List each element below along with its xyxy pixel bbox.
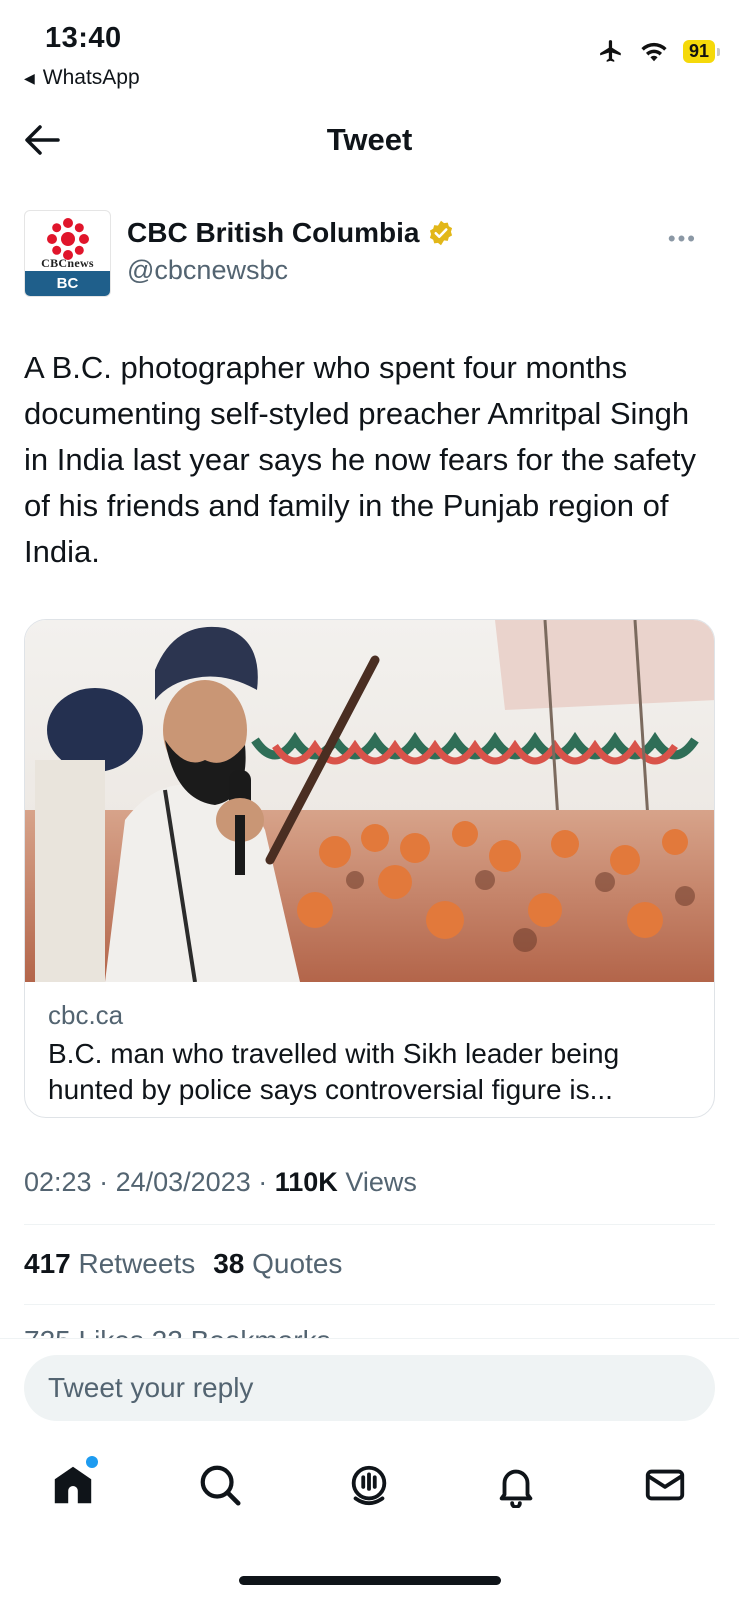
tweet-text: A B.C. photographer who spent four month…	[24, 350, 697, 569]
tab-search[interactable]	[197, 1462, 243, 1508]
battery-icon: 91	[682, 39, 721, 63]
back-triangle-icon: ◀	[24, 69, 35, 86]
back-app-label: WhatsApp	[42, 66, 140, 89]
tweet-date: 24/03/2023	[115, 1167, 251, 1197]
quotes-stat[interactable]: 38 Quotes	[213, 1248, 342, 1280]
bell-icon	[499, 1469, 533, 1509]
mail-icon	[645, 1469, 685, 1501]
author-handle[interactable]: @cbcnewsbc	[127, 255, 288, 286]
author-name-text: CBC British Columbia	[127, 217, 420, 248]
more-options-icon[interactable]: •••	[668, 226, 697, 252]
tab-spaces[interactable]	[346, 1462, 392, 1508]
views-label: Views	[345, 1167, 417, 1197]
author-name[interactable]: CBC British Columbia	[127, 217, 455, 249]
tweet-time: 02:23	[24, 1167, 92, 1197]
page-title: Tweet	[326, 122, 413, 157]
cbc-gem-logo	[47, 218, 89, 260]
retweets-stat[interactable]: 417 Retweets	[24, 1248, 195, 1280]
views-count: 110K	[274, 1167, 338, 1197]
wifi-icon	[641, 42, 667, 62]
avatar-brand: CBCnews	[41, 256, 94, 270]
tweet-meta: 02:23 · 24/03/2023 · 110K Views	[24, 1167, 417, 1197]
tab-notifications[interactable]	[493, 1462, 539, 1509]
avatar[interactable]: CBCnews BC	[24, 210, 111, 297]
status-icons: 91	[597, 38, 721, 64]
home-indicator	[239, 1576, 501, 1585]
status-time: 13:40	[45, 22, 122, 54]
notification-dot	[86, 1456, 98, 1468]
link-card[interactable]: cbc.ca B.C. man who travelled with Sikh …	[24, 619, 715, 1118]
divider	[24, 1224, 715, 1225]
spaces-icon	[351, 1465, 387, 1506]
divider	[24, 1304, 715, 1305]
card-domain: cbc.ca	[48, 1000, 124, 1030]
home-icon	[54, 1466, 92, 1504]
verified-badge-icon	[430, 220, 453, 246]
avatar-region: BC	[25, 271, 110, 296]
reply-input[interactable]	[24, 1355, 715, 1421]
back-to-app-link[interactable]: ◀ WhatsApp	[24, 66, 140, 90]
retweets-count: 417	[24, 1248, 71, 1279]
tweet-stats: 417 Retweets 38 Quotes	[24, 1248, 342, 1280]
tab-messages[interactable]	[642, 1462, 688, 1508]
card-image	[25, 620, 714, 982]
tab-home[interactable]	[50, 1456, 98, 1508]
airplane-icon	[600, 40, 621, 62]
card-title: B.C. man who travelled with Sikh leader …	[48, 1038, 620, 1105]
retweets-label: Retweets	[78, 1248, 196, 1279]
quotes-label: Quotes	[252, 1248, 343, 1279]
quotes-count: 38	[213, 1248, 245, 1279]
search-icon	[200, 1465, 241, 1506]
